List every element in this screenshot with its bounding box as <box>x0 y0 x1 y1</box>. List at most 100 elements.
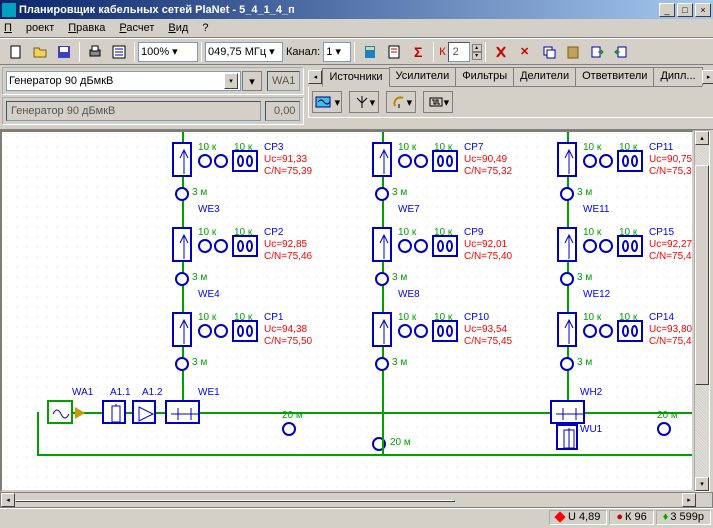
cp7-uc: Uc=90,49 <box>464 154 507 165</box>
menu-help[interactable]: ? <box>202 22 208 34</box>
sigma-button[interactable]: Σ <box>407 41 429 63</box>
length-label: 10 к <box>198 227 216 238</box>
length-label: 10 к <box>619 312 637 323</box>
scrollbar-horizontal: ◂ ▸ <box>0 492 713 508</box>
main-toolbar: 100%▾ 049,75 МГц▾ Канал: 1▾ Σ К 2 ▴▾ ✕ <box>0 38 713 65</box>
tab-splitters[interactable]: Делители <box>513 67 576 86</box>
status-bar: U 4,89 ●К 96 ♦3 599р <box>0 508 713 525</box>
node-cp15: CP15 <box>649 227 674 238</box>
maximize-button[interactable]: □ <box>677 3 693 17</box>
cp7-cn: C/N=75,32 <box>464 166 512 177</box>
length-label: 3 м <box>192 187 207 198</box>
length-label: 10 к <box>398 142 416 153</box>
status-u: U 4,89 <box>549 510 607 525</box>
tab-filters[interactable]: Фильтры <box>455 67 514 86</box>
checklist-button[interactable] <box>108 41 130 63</box>
tab-sources[interactable]: Источники <box>322 68 389 87</box>
length-label: 10 к <box>198 312 216 323</box>
cp11-uc: Uc=90,75 <box>649 154 692 165</box>
cp1-cn: C/N=75,50 <box>264 336 312 347</box>
gen-add-button[interactable]: ▾ <box>242 71 262 91</box>
length-label: 20 м <box>390 437 411 448</box>
palette-source[interactable]: ▾ <box>312 91 342 113</box>
scroll-left-button[interactable]: ◂ <box>1 493 15 507</box>
app-icon <box>2 3 16 17</box>
new-button[interactable] <box>5 41 27 63</box>
cp14-cn: C/N=75,48 <box>649 336 694 347</box>
close-button[interactable]: × <box>695 3 711 17</box>
node-we7: WE7 <box>398 204 420 215</box>
length-label: 10 к <box>583 142 601 153</box>
print-button[interactable] <box>84 41 106 63</box>
length-label: 10 к <box>234 312 252 323</box>
cp2-cn: C/N=75,46 <box>264 251 312 262</box>
zoom-dropdown[interactable]: 100%▾ <box>138 42 198 62</box>
channel-dropdown[interactable]: 1▾ <box>323 42 351 62</box>
palette-tabs: Источники Усилители Фильтры Делители Отв… <box>322 67 701 87</box>
import-button[interactable] <box>586 41 608 63</box>
copy-button[interactable] <box>538 41 560 63</box>
length-label: 10 к <box>619 227 637 238</box>
tab-amplifiers[interactable]: Усилители <box>389 67 457 86</box>
length-label: 10 к <box>234 142 252 153</box>
length-label: 10 к <box>434 312 452 323</box>
scroll-thumb-h[interactable] <box>15 500 455 502</box>
menu-view[interactable]: Вид <box>168 22 188 34</box>
calc-button[interactable] <box>359 41 381 63</box>
gen-name-field: Генератор 90 дБмкВ <box>6 101 261 121</box>
wa1-field: WA1 <box>267 71 300 91</box>
node-cp11: CP11 <box>649 142 673 153</box>
status-k: ●К 96 <box>609 510 653 525</box>
cut-button[interactable] <box>490 41 512 63</box>
k-field[interactable]: 2 <box>448 42 470 62</box>
length-label: 3 м <box>392 357 407 368</box>
node-wu1: WU1 <box>580 424 602 435</box>
node-cp3: CP3 <box>264 142 283 153</box>
palette-items: ▾ ▾ ▾ ▾ <box>308 87 713 118</box>
generator-combo[interactable]: Генератор 90 дБмкВ▾ <box>6 71 241 91</box>
window-title: Планировщик кабельных сетей PlaNet - 5_4… <box>19 4 657 16</box>
cp10-cn: C/N=75,45 <box>464 336 512 347</box>
cp15-cn: C/N=75,43 <box>649 251 694 262</box>
scroll-thumb-v[interactable] <box>695 165 709 385</box>
menu-calc[interactable]: Расчет <box>119 22 154 34</box>
diagram-canvas[interactable]: 10 к 10 к CP3 Uc=91,33 C/N=75,39 10 к 10… <box>0 130 694 492</box>
k-label: К <box>439 46 445 58</box>
cp14-uc: Uc=93,80 <box>649 324 692 335</box>
node-we1: WE1 <box>198 387 220 398</box>
paste-button[interactable] <box>562 41 584 63</box>
k-spinner[interactable]: ▴▾ <box>472 44 482 60</box>
palette-antenna[interactable]: ▾ <box>349 91 379 113</box>
scroll-up-button[interactable]: ▴ <box>695 131 709 145</box>
freq-dropdown[interactable]: 049,75 МГц▾ <box>205 42 283 62</box>
tab-diplexers[interactable]: Дипл... <box>653 67 702 86</box>
length-label: 3 м <box>577 187 592 198</box>
cp2-uc: Uc=92,85 <box>264 239 307 250</box>
minimize-button[interactable]: _ <box>659 3 675 17</box>
open-button[interactable] <box>29 41 51 63</box>
menu-project[interactable]: Проект <box>4 22 54 34</box>
palette-modulator[interactable]: ▾ <box>423 91 453 113</box>
cp15-uc: Uc=92,27 <box>649 239 692 250</box>
scroll-down-button[interactable]: ▾ <box>695 477 709 491</box>
palette-dish[interactable]: ▾ <box>386 91 416 113</box>
report-button[interactable] <box>383 41 405 63</box>
cp3-uc: Uc=91,33 <box>264 154 307 165</box>
length-label: 3 м <box>577 272 592 283</box>
length-label: 10 к <box>619 142 637 153</box>
scroll-right-button[interactable]: ▸ <box>682 493 696 507</box>
export-button[interactable] <box>610 41 632 63</box>
node-we11: WE11 <box>583 204 610 215</box>
node-we8: WE8 <box>398 289 420 300</box>
tabs-scroll-left[interactable]: ◂ <box>308 70 322 84</box>
menu-edit[interactable]: Правка <box>68 22 105 34</box>
length-label: 10 к <box>198 142 216 153</box>
length-label: 10 к <box>434 227 452 238</box>
length-label: 3 м <box>392 272 407 283</box>
save-button[interactable] <box>53 41 75 63</box>
node-cp7: CP7 <box>464 142 483 153</box>
tab-taps[interactable]: Ответвители <box>575 67 654 86</box>
secondary-panel: Генератор 90 дБмкВ▾ ▾ WA1 Генератор 90 д… <box>0 65 713 130</box>
delete-button[interactable]: ✕ <box>514 41 536 63</box>
tabs-scroll-right[interactable]: ▸ <box>702 70 713 84</box>
